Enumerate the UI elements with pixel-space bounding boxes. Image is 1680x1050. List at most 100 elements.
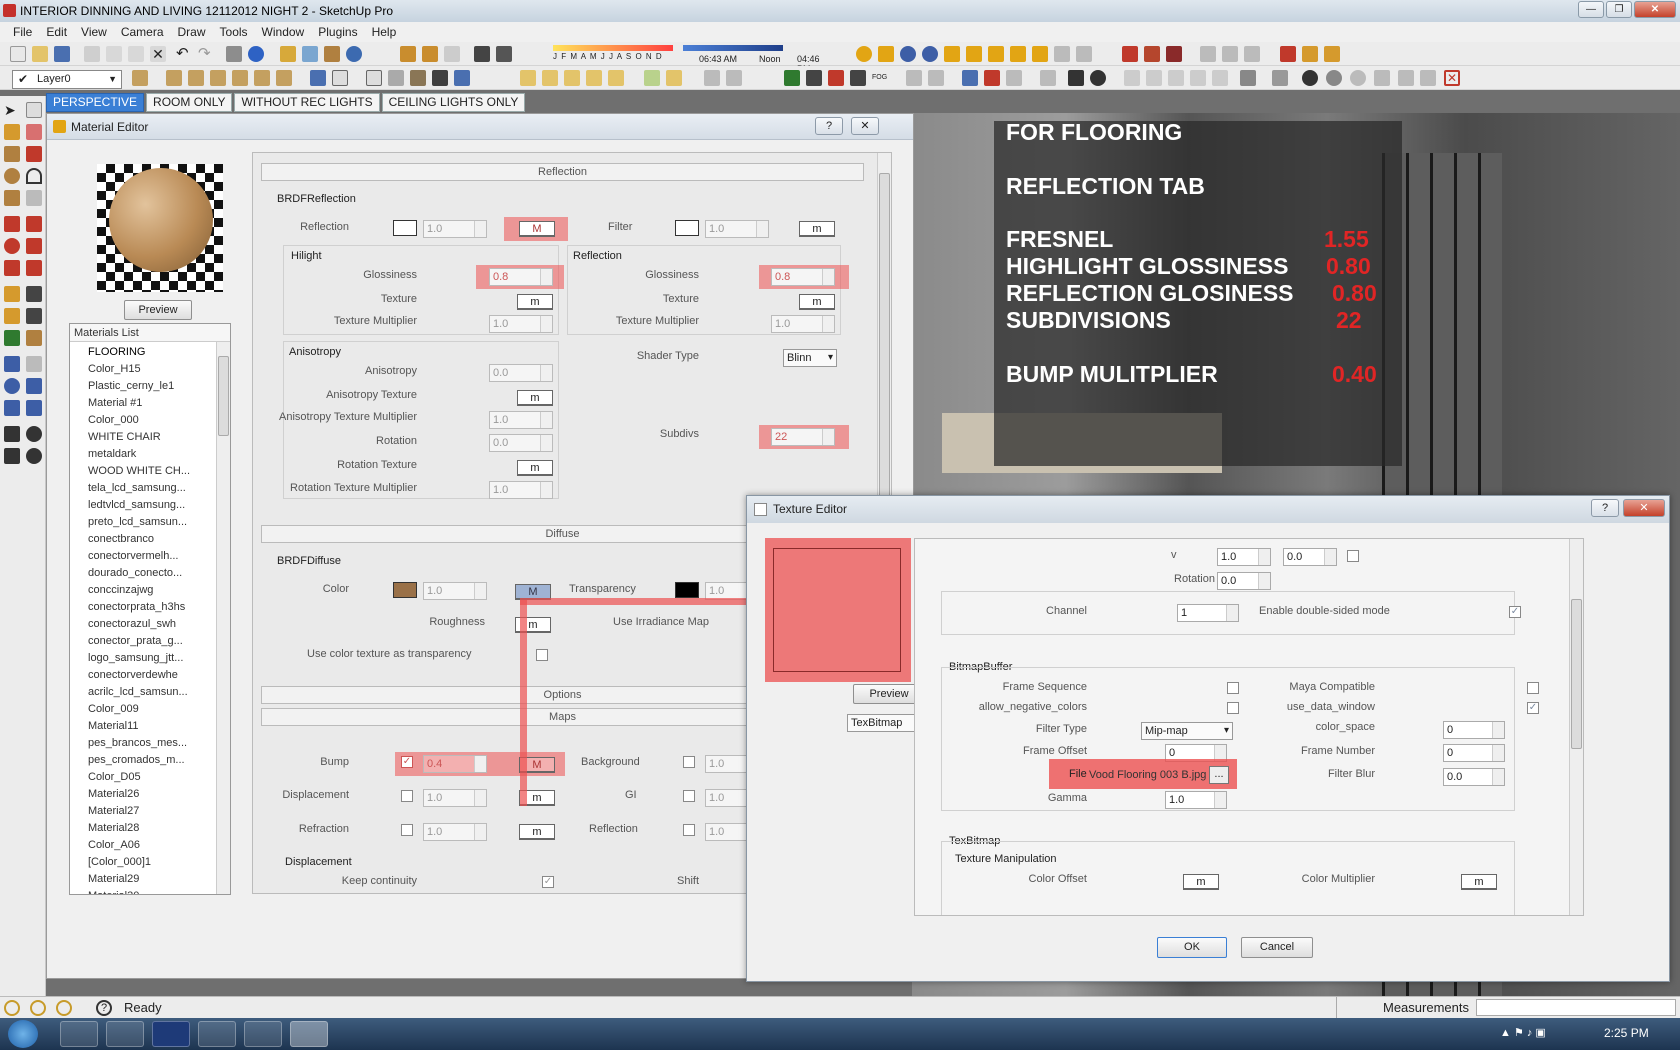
material-list-item[interactable]: Material28 [88,820,220,837]
stairs-icon[interactable] [1124,70,1140,86]
material-list-item[interactable]: Plastic_cerny_le1 [88,378,220,395]
tab-perspective[interactable]: PERSPECTIVE [46,93,145,112]
tool-a-icon[interactable] [1374,70,1390,86]
plugin-tool3-icon[interactable] [1244,46,1260,62]
hilight-texture-button[interactable]: m [517,294,553,310]
channel-input[interactable]: 1 [1177,604,1239,622]
texture-scrollbar[interactable] [1569,539,1583,915]
frame-sequence-checkbox[interactable] [1227,682,1239,694]
texture-scroll-thumb[interactable] [1571,599,1582,749]
menu-tools[interactable]: Tools [213,22,255,42]
axes-icon[interactable] [784,70,800,86]
tool-b-icon[interactable] [1398,70,1414,86]
tool-c-icon[interactable] [1420,70,1436,86]
cut-icon[interactable] [84,46,100,62]
material-list-item[interactable]: acrilc_lcd_samsun... [88,684,220,701]
material-list-item[interactable]: Material29 [88,871,220,888]
offset-icon[interactable] [26,260,42,276]
solid-tool2-icon[interactable] [726,70,742,86]
axes-tool-icon[interactable] [4,330,20,346]
shaded-texture-icon[interactable] [410,70,426,86]
diffuse-amount-input[interactable]: 1.0 [423,582,487,600]
cancel-button[interactable]: Cancel [1241,937,1313,958]
sandbox-icon[interactable] [644,70,660,86]
move-icon[interactable] [4,216,20,232]
user-status-icon[interactable] [56,1000,72,1016]
print-icon[interactable] [226,46,242,62]
help-status-icon[interactable]: ? [96,1000,112,1016]
v-input-2[interactable]: 0.0 [1283,548,1337,566]
iso-view-icon[interactable] [166,70,182,86]
sphere-light-icon[interactable] [1054,46,1070,62]
shadow-icon[interactable] [474,46,490,62]
plugin-pin-icon[interactable] [1280,46,1296,62]
material-list-item[interactable]: Color_009 [88,701,220,718]
open-folder-icon[interactable] [32,46,48,62]
select-arrow-icon[interactable]: ➤ [4,102,20,118]
material-list-item[interactable]: logo_samsung_jtt... [88,650,220,667]
v-checkbox[interactable] [1347,550,1359,562]
right-view-icon[interactable] [232,70,248,86]
plugin-orange-icon[interactable] [1144,46,1160,62]
measurements-input[interactable] [1476,999,1676,1016]
fog-icon[interactable] [496,46,512,62]
material-list-item[interactable]: pes_cromados_m... [88,752,220,769]
orbit-tool-icon[interactable] [4,356,20,372]
transparency-color-swatch[interactable] [675,582,699,598]
material-list-item[interactable]: conectorprata_h3hs [88,599,220,616]
circle-icon[interactable] [4,168,20,184]
target2-icon[interactable] [1326,70,1342,86]
xray-icon[interactable] [310,70,326,86]
material-list-item[interactable]: conccinzajwg [88,582,220,599]
texture-editor-help-button[interactable]: ? [1591,499,1619,517]
reflection-texture-button[interactable]: m [799,294,835,310]
dimension-icon[interactable] [806,70,822,86]
explorer-task[interactable] [60,1021,98,1047]
background-checkbox[interactable] [683,756,695,768]
share-model-icon[interactable] [422,46,438,62]
reflection-color-swatch[interactable] [393,220,417,236]
section-reflection[interactable]: Reflection [261,163,864,181]
preview-button[interactable]: Preview [124,300,192,320]
vray-options-icon[interactable] [900,46,916,62]
protractor-icon[interactable] [4,308,20,324]
geolocation-icon[interactable] [346,46,362,62]
line-pencil-icon[interactable] [26,146,42,162]
rect-light-icon[interactable] [988,46,1004,62]
tab-without-rec-lights[interactable]: WITHOUT REC LIGHTS [234,93,380,112]
freehand-icon[interactable] [26,190,42,206]
orbit2-icon[interactable] [928,70,944,86]
walk-icon[interactable] [4,448,20,464]
app-task-5[interactable] [244,1021,282,1047]
displacement-amount-input[interactable]: 1.0 [423,789,487,807]
eraser-icon[interactable] [26,124,42,140]
gamma-input[interactable]: 1.0 [1165,791,1227,809]
vray-material-editor-icon[interactable] [878,46,894,62]
section-tool-icon[interactable] [26,448,42,464]
plugin-bug-icon[interactable] [1166,46,1182,62]
ball-icon[interactable] [1090,70,1106,86]
grid-view-icon[interactable] [1040,70,1056,86]
bump-checkbox[interactable]: ✓ [401,756,413,768]
filter-type-dropdown[interactable]: Mip-map [1141,722,1233,740]
camera-icon[interactable] [850,70,866,86]
maya-compatible-checkbox[interactable] [1527,682,1539,694]
target-icon[interactable] [1302,70,1318,86]
keep-continuity-checkbox[interactable]: ✓ [542,876,554,888]
material-list-item[interactable]: ledtvlcd_samsung... [88,497,220,514]
rotate-icon[interactable] [4,238,20,254]
refraction-map-button[interactable]: m [519,824,555,840]
model-info-icon[interactable] [248,46,264,62]
zoom-icon[interactable] [962,70,978,86]
wall-icon[interactable] [1190,70,1206,86]
gi-checkbox[interactable] [683,790,695,802]
color-multiplier-button[interactable]: m [1461,874,1497,890]
save-icon[interactable] [54,46,70,62]
box3-icon[interactable] [608,70,624,86]
column-icon[interactable] [1146,70,1162,86]
material-list-item[interactable]: Material26 [88,786,220,803]
position-camera-icon[interactable] [4,426,20,442]
material-list-item[interactable]: WOOD WHITE CH... [88,463,220,480]
zoom-extents-tool-icon[interactable] [4,400,20,416]
filter-blur-input[interactable]: 0.0 [1443,768,1505,786]
